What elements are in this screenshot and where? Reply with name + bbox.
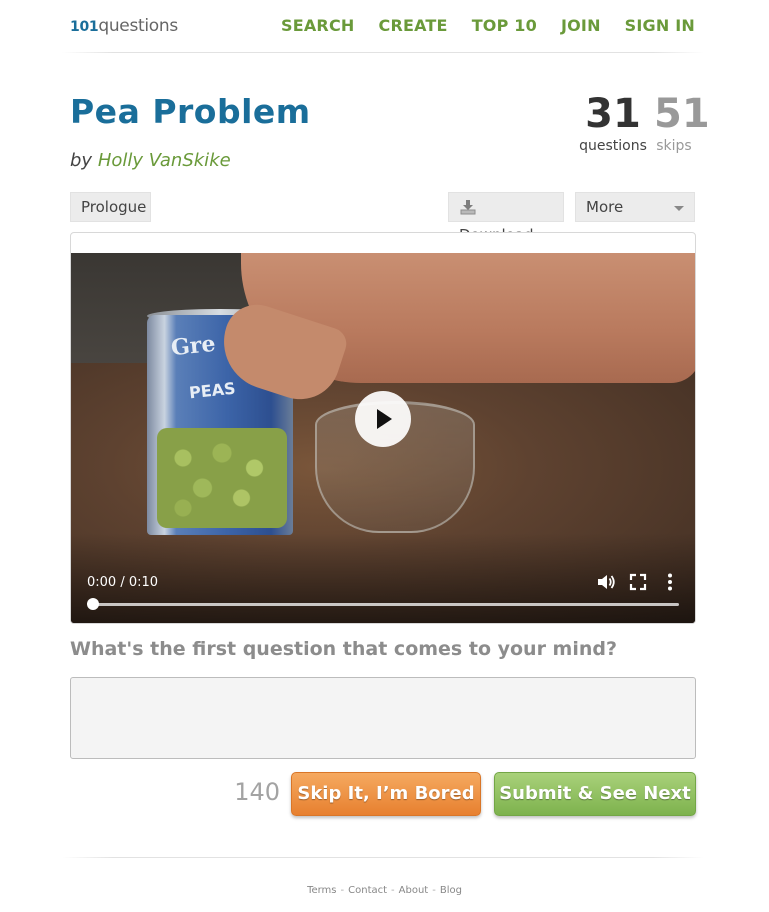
questions-stat: 31 questions [578,92,648,154]
skip-button[interactable]: Skip It, I’m Bored [291,772,481,816]
video-progress-handle[interactable] [87,598,99,610]
fullscreen-icon[interactable] [627,571,649,593]
volume-icon[interactable] [595,571,617,593]
nav-sign-in[interactable]: SIGN IN [625,16,695,35]
header-divider [62,52,704,53]
logo-word: questions [98,16,178,36]
footer-link-blog[interactable]: Blog [440,885,462,896]
footer-link-terms[interactable]: Terms [307,885,336,896]
byline-prefix: by [70,150,93,171]
play-button[interactable] [355,391,411,447]
character-counter: 140 [234,778,280,806]
footer-link-about[interactable]: About [399,885,429,896]
video-progress-bar[interactable] [93,603,679,606]
download-icon [459,196,477,215]
footer-link-contact[interactable]: Contact [348,885,387,896]
skips-label: skips [656,138,692,154]
nav-search[interactable]: SEARCH [281,16,355,35]
more-dropdown[interactable]: More [575,192,695,222]
logo-number: 101 [70,19,99,35]
byline: by Holly VanSkike [70,150,231,171]
download-button[interactable]: Download [448,192,564,244]
footer-separator: - [391,885,395,896]
more-options-icon[interactable] [659,571,681,593]
nav-join[interactable]: JOIN [561,16,601,35]
skips-count: 51 [654,91,710,137]
questions-label: questions [579,138,647,154]
footer-separator: - [340,885,345,896]
page-title: Pea Problem [70,92,311,131]
can-label-text: Gre [169,330,217,362]
chevron-down-icon [674,206,684,211]
video-player[interactable]: Gre PEAS 0:00 / 0:10 [71,253,695,623]
nav-top10[interactable]: TOP 10 [472,16,537,35]
question-input[interactable] [70,677,696,759]
footer-separator: - [432,885,436,896]
skips-stat: 51 skips [654,91,710,154]
questions-count: 31 [585,91,641,137]
author-link[interactable]: Holly VanSkike [98,150,231,171]
footer-divider [62,857,704,858]
site-header: 101questions SEARCH CREATE TOP 10 JOIN S… [70,0,695,52]
video-container: Gre PEAS 0:00 / 0:10 [70,232,696,624]
site-footer: Terms - Contact - About - Blog [0,885,769,896]
play-icon [377,409,392,429]
nav-create[interactable]: CREATE [379,16,448,35]
main-nav: SEARCH CREATE TOP 10 JOIN SIGN IN [281,16,695,35]
video-time: 0:00 / 0:10 [87,575,159,590]
prologue-button[interactable]: Prologue [70,192,151,222]
video-scene-peas [157,428,287,528]
submit-button[interactable]: Submit & See Next [494,772,696,816]
question-prompt: What's the first question that comes to … [70,638,618,660]
site-logo[interactable]: 101questions [70,16,178,36]
more-label: More [586,198,624,216]
